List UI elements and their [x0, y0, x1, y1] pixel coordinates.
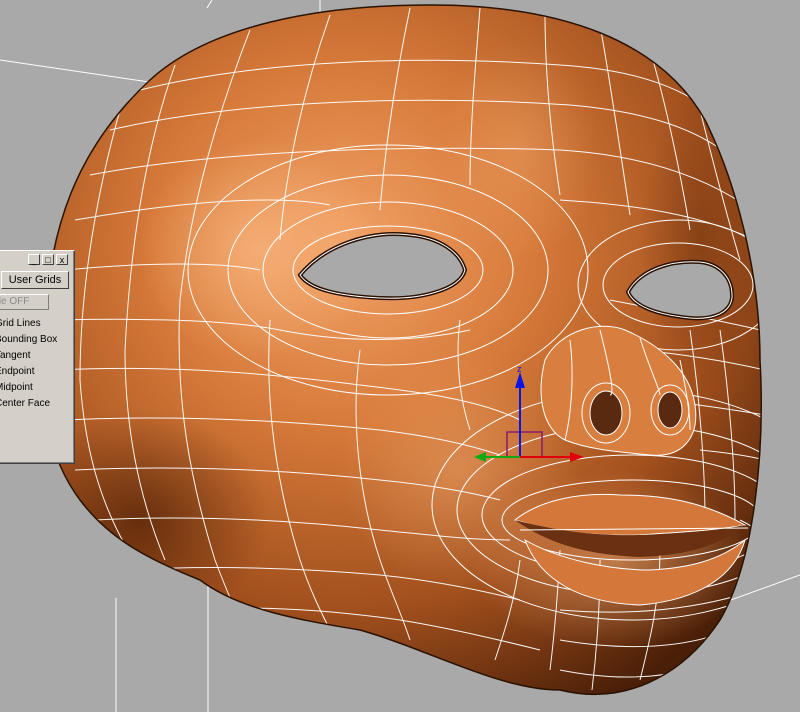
svg-text:z: z — [517, 364, 522, 374]
face-mask-mesh[interactable] — [10, 4, 800, 696]
override-button[interactable]: rride OFF — [0, 294, 49, 310]
snap-option-bounding-box[interactable]: Bounding Box — [0, 333, 57, 347]
snaps-panel[interactable]: _ □ x User Grids rride OFF Grid Lines Bo… — [0, 250, 75, 464]
perspective-viewport[interactable]: z _ □ x User Grids rride OFF Grid Lines … — [0, 0, 800, 712]
snap-option-tangent[interactable]: Tangent — [0, 349, 31, 363]
snap-option-center-face[interactable]: Center Face — [0, 397, 50, 411]
maximize-button[interactable]: □ — [42, 254, 54, 265]
snaps-tab-bar: User Grids — [0, 271, 72, 290]
close-button[interactable]: x — [56, 254, 68, 265]
minimize-button[interactable]: _ — [28, 254, 40, 265]
tab-user-grids[interactable]: User Grids — [1, 271, 69, 289]
scene-canvas[interactable]: z — [0, 0, 800, 712]
snap-option-grid-lines[interactable]: Grid Lines — [0, 317, 41, 331]
snap-option-midpoint[interactable]: Midpoint — [0, 381, 33, 395]
snap-option-endpoint[interactable]: Endpoint — [0, 365, 34, 379]
